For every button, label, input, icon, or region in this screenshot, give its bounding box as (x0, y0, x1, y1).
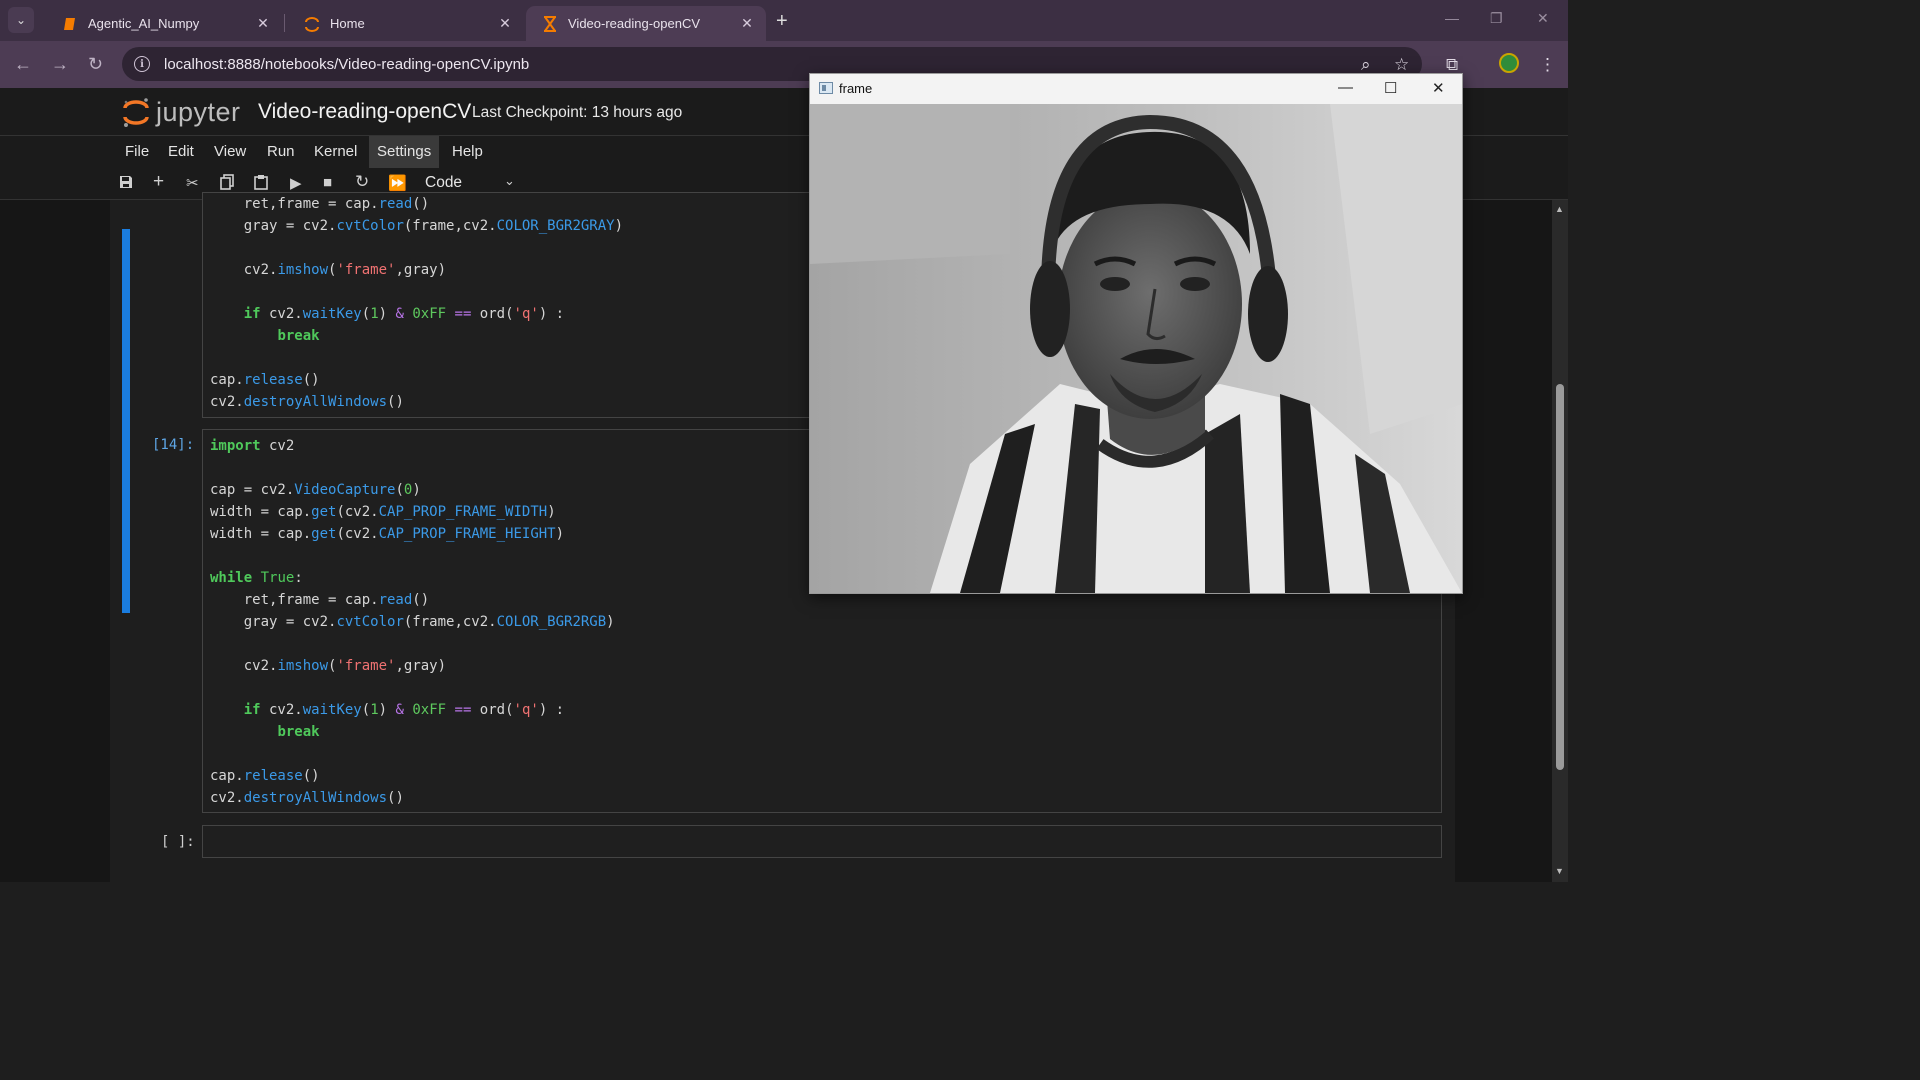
close-icon[interactable]: ✕ (738, 15, 756, 32)
browser-tabstrip: ⌄ Agentic_AI_Numpy ✕ Home ✕ Video-readin… (0, 0, 1568, 41)
cell-prompt: [ ]: (161, 834, 195, 850)
reload-icon[interactable]: ↻ (88, 54, 103, 75)
tab-divider (284, 14, 285, 32)
copy-icon[interactable] (219, 174, 235, 194)
jupyter-icon (304, 16, 320, 32)
back-icon[interactable]: ← (14, 54, 32, 75)
code-cell-empty[interactable] (202, 825, 1442, 858)
active-cell-indicator (122, 229, 130, 613)
menu-settings[interactable]: Settings (369, 136, 440, 168)
run-icon[interactable]: ▶ (290, 174, 302, 192)
bookmark-star-icon[interactable]: ☆ (1394, 55, 1409, 75)
menu-view[interactable]: View (214, 143, 246, 160)
profile-avatar[interactable] (1499, 53, 1519, 73)
minimize-icon[interactable]: — (1338, 79, 1353, 96)
menu-file[interactable]: File (125, 143, 149, 160)
chevron-down-icon: ⌄ (15, 13, 27, 27)
zoom-icon[interactable]: ⌕ (1361, 55, 1371, 75)
close-window-icon[interactable]: ✕ (1537, 10, 1549, 27)
notebook-scrollbar[interactable]: ▲ ▼ (1552, 200, 1568, 882)
notebook-title[interactable]: Video-reading-openCV (258, 100, 471, 124)
tab-video-reading-opencv[interactable]: Video-reading-openCV ✕ (526, 6, 766, 41)
opencv-frame-window[interactable]: frame — ☐ ✕ (809, 73, 1463, 594)
chevron-down-icon[interactable]: ⌄ (504, 173, 515, 189)
run-all-icon[interactable]: ⏩ (388, 174, 407, 192)
tab-agentic-ai-numpy[interactable]: Agentic_AI_Numpy ✕ (46, 6, 282, 41)
jupyter-logo-text: jupyter (156, 96, 241, 127)
menu-kernel[interactable]: Kernel (314, 143, 357, 160)
jupyter-logo[interactable]: jupyter (122, 96, 241, 128)
frame-window-titlebar[interactable]: frame — ☐ ✕ (810, 74, 1462, 104)
scrollbar-thumb[interactable] (1556, 384, 1564, 770)
site-info-icon[interactable]: i (134, 56, 150, 72)
extensions-icon[interactable]: ⧉ (1446, 55, 1458, 75)
paste-icon[interactable] (253, 174, 269, 194)
tab-home[interactable]: Home ✕ (288, 6, 524, 41)
more-menu-icon[interactable]: ⋮ (1539, 55, 1556, 75)
stop-icon[interactable]: ■ (323, 174, 332, 191)
tab-search-button[interactable]: ⌄ (8, 7, 34, 33)
tab-label: Video-reading-openCV (568, 16, 701, 31)
close-icon[interactable]: ✕ (1432, 79, 1445, 97)
forward-icon[interactable]: → (51, 54, 69, 75)
tab-label: Home (330, 16, 365, 31)
webcam-frame-image (810, 104, 1462, 593)
url-text[interactable]: localhost:8888/notebooks/Video-reading-o… (164, 56, 529, 73)
menu-help[interactable]: Help (452, 143, 483, 160)
cell-prompt: [14]: (152, 437, 195, 453)
new-tab-button[interactable]: + (776, 10, 788, 33)
save-icon[interactable] (118, 174, 134, 194)
add-cell-icon[interactable]: + (153, 171, 164, 193)
maximize-icon[interactable]: ☐ (1384, 79, 1397, 97)
notebook-icon (62, 16, 78, 32)
menu-edit[interactable]: Edit (168, 143, 194, 160)
scroll-down-icon[interactable]: ▼ (1555, 866, 1564, 876)
tab-label: Agentic_AI_Numpy (88, 16, 200, 31)
cell-type-select[interactable]: Code (425, 174, 462, 192)
hourglass-icon (542, 15, 558, 32)
restart-icon[interactable]: ↻ (355, 172, 369, 192)
minimize-icon[interactable]: — (1445, 10, 1459, 26)
frame-window-title: frame (839, 81, 873, 96)
scroll-up-icon[interactable]: ▲ (1555, 204, 1564, 214)
close-icon[interactable]: ✕ (254, 15, 272, 32)
jupyter-logo-icon (122, 96, 150, 128)
window-app-icon (819, 82, 833, 94)
close-icon[interactable]: ✕ (496, 15, 514, 32)
cut-icon[interactable]: ✂ (186, 174, 199, 192)
last-checkpoint: Last Checkpoint: 13 hours ago (472, 104, 683, 121)
menu-run[interactable]: Run (267, 143, 295, 160)
restore-icon[interactable]: ❐ (1490, 10, 1503, 27)
